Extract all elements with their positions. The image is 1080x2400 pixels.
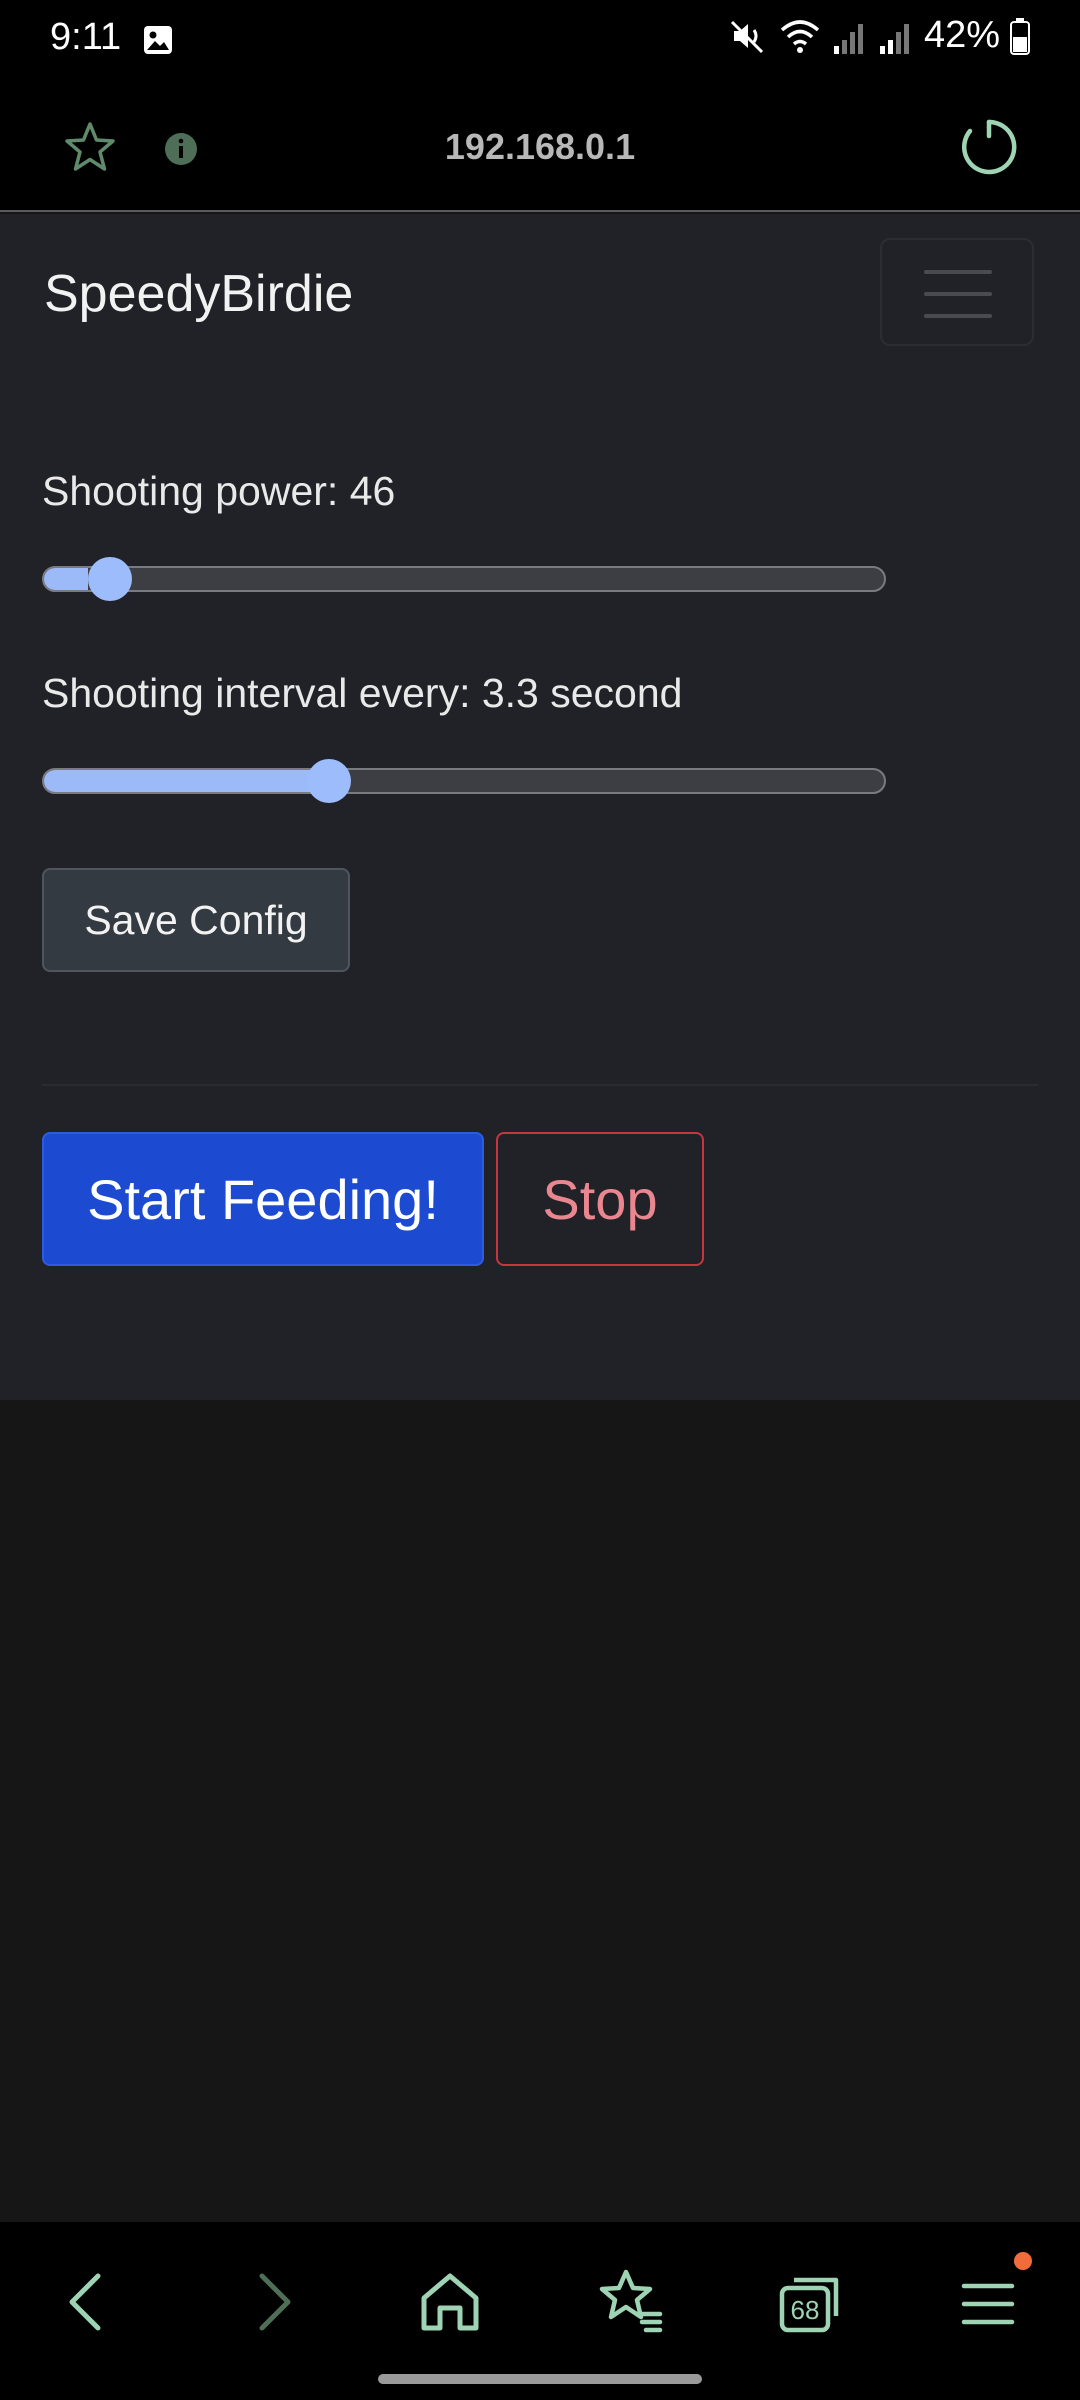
home-icon[interactable] — [410, 2262, 490, 2342]
slider-thumb[interactable] — [307, 759, 351, 803]
reload-icon[interactable] — [958, 116, 1020, 178]
hamburger-line — [924, 270, 992, 274]
start-feeding-button[interactable]: Start Feeding! — [42, 1132, 484, 1266]
forward-icon[interactable] — [232, 2262, 312, 2342]
status-time: 9:11 — [50, 16, 122, 58]
browser-toolbar: 192.168.0.1 — [0, 80, 1080, 212]
divider — [42, 1084, 1038, 1086]
battery-percent: 42% — [923, 14, 1000, 56]
signal-icon-1 — [833, 23, 863, 54]
tab-count: 68 — [791, 2295, 820, 2325]
menu-icon[interactable] — [950, 2262, 1030, 2342]
hamburger-line — [924, 314, 992, 318]
save-config-button[interactable]: Save Config — [42, 868, 350, 972]
status-icons: 42% — [728, 14, 1030, 57]
bookmarks-icon[interactable] — [590, 2262, 670, 2342]
shooting-power-slider[interactable] — [42, 557, 886, 601]
navbar-brand[interactable]: SpeedyBirdie — [44, 264, 353, 324]
shooting-interval-slider[interactable] — [42, 759, 886, 803]
shooting-interval-label: Shooting interval every: 3.3 second — [42, 670, 683, 716]
hamburger-line — [924, 292, 992, 296]
gesture-home-indicator[interactable] — [378, 2374, 702, 2384]
slider-fill — [44, 770, 329, 792]
back-icon[interactable] — [48, 2262, 128, 2342]
notification-dot — [1014, 2252, 1032, 2270]
slider-fill — [44, 568, 88, 590]
wifi-icon — [780, 19, 820, 53]
status-bar: 9:11 42% — [0, 0, 1080, 80]
battery-icon — [1010, 17, 1030, 55]
stop-button[interactable]: Stop — [496, 1132, 704, 1266]
shooting-power-label: Shooting power: 46 — [42, 468, 396, 514]
page-content: SpeedyBirdie Shooting power: 46 Shooting… — [0, 214, 1080, 1400]
slider-thumb[interactable] — [88, 557, 132, 601]
navbar-toggler-button[interactable] — [880, 238, 1034, 346]
mute-icon — [730, 20, 763, 53]
tabs-icon[interactable]: 68 — [770, 2262, 850, 2342]
url-bar[interactable]: 192.168.0.1 — [0, 126, 1080, 168]
signal-icon-2 — [879, 23, 909, 54]
gallery-notification-icon — [144, 26, 172, 54]
